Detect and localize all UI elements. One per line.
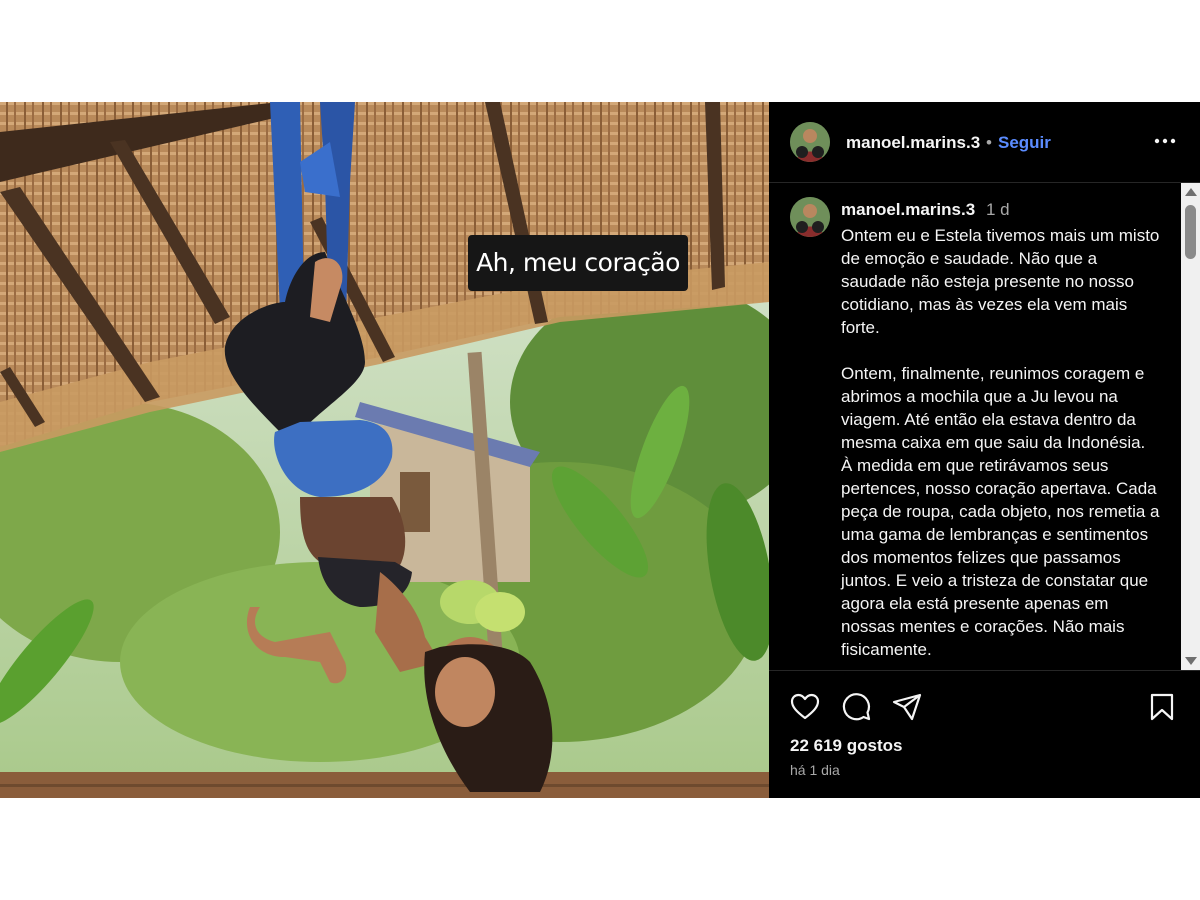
scroll-up-icon[interactable] [1185,188,1197,196]
header-username[interactable]: manoel.marins.3 [846,133,980,153]
more-options-icon[interactable] [1150,126,1180,156]
post-side-panel: manoel.marins.3 • Seguir manoel.marins.3… [769,102,1200,798]
avatar[interactable] [790,122,830,162]
comment-time[interactable]: 1 d [986,200,1010,220]
comment-username[interactable]: manoel.marins.3 [841,200,975,220]
share-icon[interactable] [891,691,923,723]
comment-icon[interactable] [840,691,872,723]
photo-illustration [0,102,769,798]
post-header: manoel.marins.3 • Seguir [769,102,1200,183]
comment-avatar[interactable] [790,197,830,237]
scrollbar-thumb[interactable] [1185,205,1196,259]
heart-icon[interactable] [789,691,821,723]
header-separator: • [986,133,992,152]
post-photo[interactable]: Ah, meu coração [0,102,769,798]
scrollbar[interactable] [1181,183,1200,670]
caption-sticker: Ah, meu coração [468,235,688,291]
caption-paragraph: Ontem eu e Estela tivemos mais um misto … [841,226,1160,337]
likes-count[interactable]: 22 619 gostos [790,736,902,756]
follow-button[interactable]: Seguir [998,133,1051,153]
caption-comment: manoel.marins.3 1 d Ontem eu e Estela ti… [769,183,1181,670]
caption-paragraph: Ontem, finalmente, reunimos coragem e ab… [841,364,1160,659]
post-actions: 22 619 gostos há 1 dia [769,670,1200,799]
posted-time[interactable]: há 1 dia [790,762,840,778]
scroll-down-icon[interactable] [1185,657,1197,665]
caption-text: Ontem eu e Estela tivemos mais um misto … [841,224,1161,670]
bookmark-icon[interactable] [1146,691,1178,723]
